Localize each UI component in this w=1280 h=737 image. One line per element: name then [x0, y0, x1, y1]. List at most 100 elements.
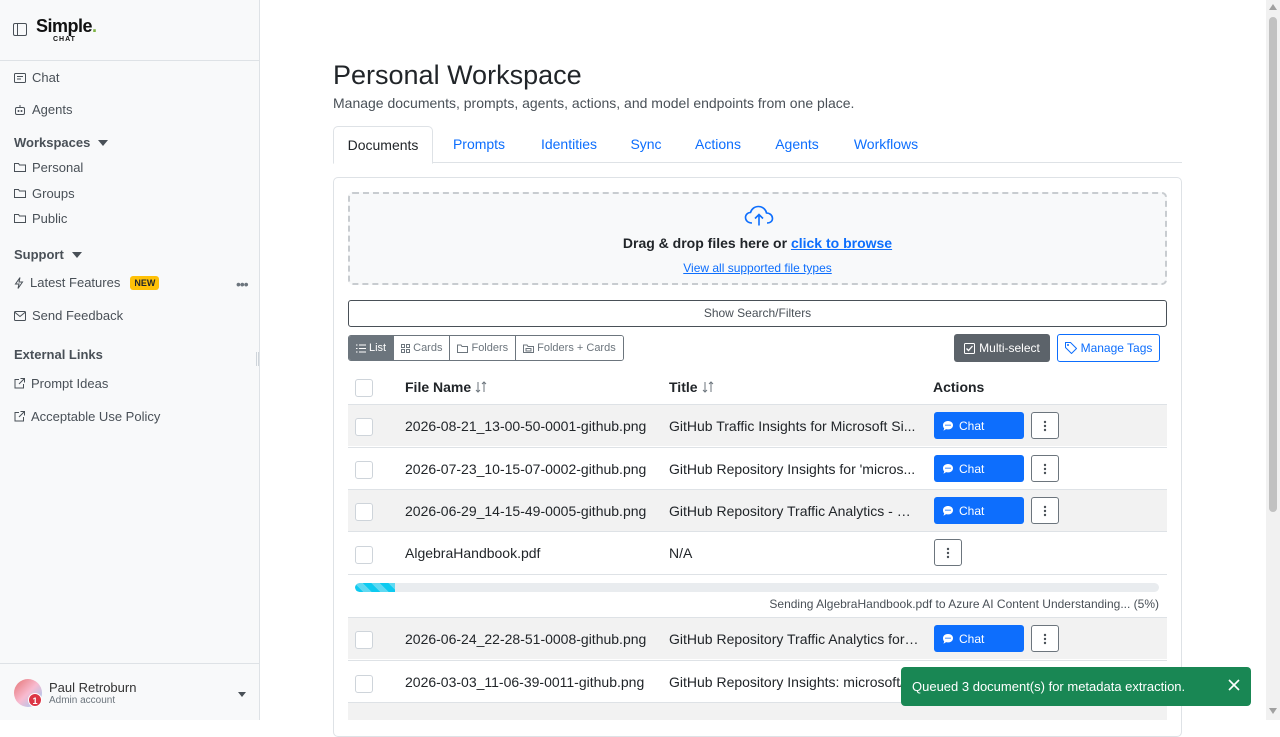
header-label: Title — [669, 379, 698, 395]
row-menu-button[interactable] — [1031, 455, 1059, 482]
chat-bubble-icon — [943, 505, 953, 516]
close-icon[interactable] — [1227, 678, 1241, 692]
sidebar-item-prompt-ideas[interactable]: Prompt Ideas — [14, 376, 108, 391]
scroll-up-arrow[interactable] — [1269, 4, 1277, 10]
view-label: Folders + Cards — [537, 342, 616, 354]
row-checkbox[interactable] — [355, 675, 373, 693]
table-row: 2026-06-29_14-15-49-0005-github.png GitH… — [348, 489, 1167, 531]
tab-sync[interactable]: Sync — [621, 126, 671, 163]
chat-bubble-icon — [943, 463, 953, 474]
cloud-upload-icon — [744, 205, 774, 226]
sidebar-item-chat[interactable]: Chat — [14, 70, 59, 85]
sidebar-item-groups[interactable]: Groups — [14, 186, 75, 201]
tab-prompts[interactable]: Prompts — [441, 126, 517, 163]
row-checkbox[interactable] — [355, 631, 373, 649]
view-label: Cards — [413, 342, 443, 354]
row-menu-button[interactable] — [1031, 412, 1059, 439]
file-dropzone[interactable]: Drag & drop files here or click to brows… — [348, 192, 1167, 285]
kebab-menu-icon — [946, 547, 950, 558]
sidebar-item-label: Acceptable Use Policy — [31, 409, 161, 424]
button-label: Chat — [959, 418, 985, 433]
table-row: 2026-08-21_13-00-50-0001-github.png GitH… — [348, 404, 1167, 446]
app-logo-subtitle: CHAT — [53, 36, 76, 43]
view-label: List — [369, 342, 387, 354]
scroll-down-arrow[interactable] — [1269, 708, 1277, 714]
chat-bubble-icon — [943, 633, 953, 644]
chat-button[interactable]: Chat — [934, 455, 1024, 482]
supported-file-types-link[interactable]: View all supported file types — [350, 261, 1165, 275]
show-filters-button[interactable]: Show Search/Filters — [348, 300, 1167, 327]
sidebar-resize-handle[interactable] — [256, 352, 259, 366]
title-cell: GitHub Repository Traffic Analytics - M.… — [669, 503, 919, 519]
button-label: Chat — [959, 461, 985, 476]
row-menu-button[interactable] — [1031, 497, 1059, 524]
column-header-title[interactable]: Title — [669, 379, 714, 395]
manage-tags-button[interactable]: Manage Tags — [1057, 334, 1160, 362]
list-icon — [356, 344, 366, 352]
select-all-checkbox[interactable] — [355, 379, 373, 397]
folder-cards-icon — [523, 344, 535, 353]
chat-button[interactable]: Chat — [934, 625, 1024, 652]
file-name-cell[interactable]: 2026-06-24_22-28-51-0008-github.png — [405, 631, 655, 647]
row-checkbox[interactable] — [355, 418, 373, 436]
sort-icon — [702, 381, 713, 393]
file-name-cell[interactable]: 2026-08-21_13-00-50-0001-github.png — [405, 418, 655, 434]
row-checkbox[interactable] — [355, 503, 373, 521]
app-logo[interactable]: Simple. — [36, 16, 97, 37]
tab-agents[interactable]: Agents — [763, 126, 831, 163]
file-name-cell[interactable]: 2026-06-29_14-15-49-0005-github.png — [405, 503, 655, 519]
column-header-file-name[interactable]: File Name — [405, 379, 487, 395]
sidebar-item-personal[interactable]: Personal — [14, 160, 83, 175]
column-header-actions: Actions — [933, 379, 984, 395]
file-name-cell[interactable]: 2026-07-23_10-15-07-0002-github.png — [405, 461, 655, 477]
button-label: Manage Tags — [1080, 341, 1153, 355]
chat-button[interactable]: Chat — [934, 412, 1024, 439]
title-cell: GitHub Repository Traffic Analytics for … — [669, 631, 919, 647]
notification-badge: 1 — [28, 693, 42, 707]
sidebar-item-label: Prompt Ideas — [31, 376, 109, 391]
sidebar-item-label: Groups — [32, 186, 75, 201]
view-folders-cards-button[interactable]: Folders + Cards — [516, 336, 623, 360]
view-list-button[interactable]: List — [349, 336, 395, 360]
tab-identities[interactable]: Identities — [527, 126, 611, 163]
toast-message: Queued 3 document(s) for metadata extrac… — [912, 679, 1186, 694]
user-role: Admin account — [49, 695, 116, 706]
multi-select-button[interactable]: Multi-select — [954, 334, 1050, 362]
view-folders-button[interactable]: Folders — [450, 336, 517, 360]
tab-actions[interactable]: Actions — [683, 126, 753, 163]
sidebar-section-workspaces[interactable]: Workspaces — [14, 135, 109, 150]
row-menu-button[interactable] — [1031, 625, 1059, 652]
sidebar-item-send-feedback[interactable]: Send Feedback — [14, 308, 123, 323]
table-row: 2026-07-23_10-15-07-0002-github.png GitH… — [348, 447, 1167, 489]
view-cards-button[interactable]: Cards — [394, 336, 451, 360]
row-menu-button[interactable] — [934, 539, 962, 566]
caret-down-icon — [98, 139, 109, 146]
kebab-menu-icon — [1043, 505, 1047, 516]
table-row: AlgebraHandbook.pdf N/A — [348, 531, 1167, 573]
browse-link[interactable]: click to browse — [791, 235, 892, 251]
view-label: Folders — [471, 342, 509, 354]
row-checkbox[interactable] — [355, 546, 373, 564]
user-menu[interactable]: 1 Paul Retroburn Admin account — [0, 663, 260, 720]
chat-button[interactable]: Chat — [934, 497, 1024, 524]
envelope-icon — [14, 310, 26, 321]
tab-documents[interactable]: Documents — [333, 126, 433, 164]
sidebar-item-label: Chat — [32, 70, 60, 85]
row-checkbox[interactable] — [355, 461, 373, 479]
sidebar-item-public[interactable]: Public — [14, 211, 67, 226]
view-toggle-group: List Cards Folders Folders + Cards — [348, 335, 624, 361]
file-name-cell[interactable]: 2026-03-03_11-06-39-0011-github.png — [405, 674, 655, 690]
page-scrollbar[interactable] — [1266, 0, 1280, 720]
file-name-cell[interactable]: AlgebraHandbook.pdf — [405, 545, 655, 561]
sidebar-item-latest-features[interactable]: Latest Features NEW — [14, 275, 160, 290]
sidebar-item-acceptable-use-policy[interactable]: Acceptable Use Policy — [14, 409, 160, 424]
sidebar-toggle-icon[interactable] — [13, 23, 27, 36]
grid-icon — [401, 343, 411, 353]
external-link-icon — [14, 378, 25, 389]
folder-icon — [14, 163, 26, 172]
more-options-icon[interactable]: ••• — [236, 276, 249, 292]
tab-workflows[interactable]: Workflows — [843, 126, 929, 163]
scrollbar-thumb[interactable] — [1269, 17, 1277, 512]
sidebar-section-support[interactable]: Support — [14, 247, 82, 262]
sidebar-item-agents[interactable]: Agents — [14, 102, 72, 117]
